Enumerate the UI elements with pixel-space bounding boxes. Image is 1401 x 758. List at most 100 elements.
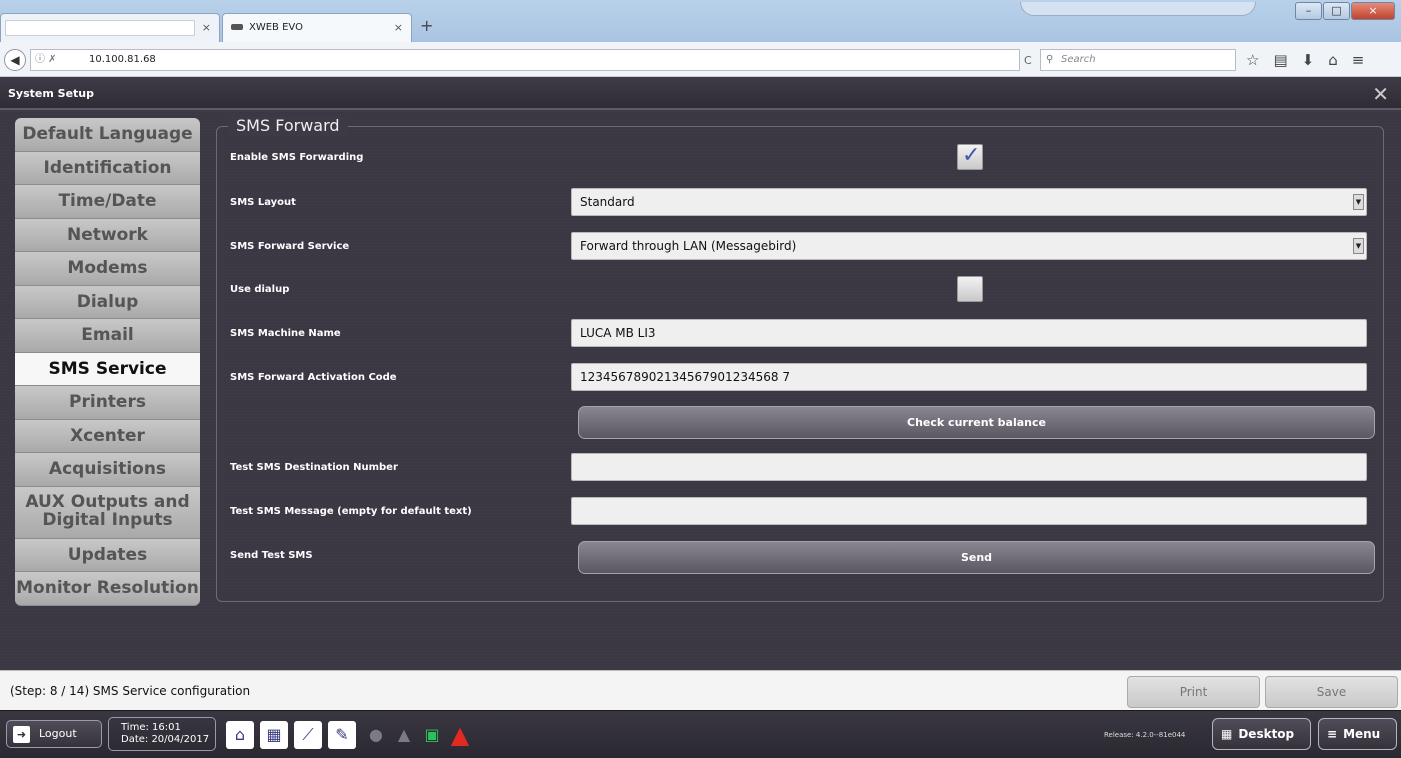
clock-display: Time: 16:01 Date: 20/04/2017 xyxy=(108,717,216,751)
browser-tab-bar: × XWEB EVO × + – □ × xyxy=(0,0,1401,42)
send-test-sms-label: Send Test SMS xyxy=(230,550,313,561)
sms-forward-service-label: SMS Forward Service xyxy=(230,241,350,252)
sidebar-item-xcenter[interactable]: Xcenter xyxy=(15,419,200,453)
sidebar-item-acquisitions[interactable]: Acquisitions xyxy=(15,453,200,487)
test-sms-number-label: Test SMS Destination Number xyxy=(230,462,398,473)
xweb-app: System Setup ✕ Default Language Identifi… xyxy=(0,78,1401,758)
logout-button[interactable]: ➜ Logout xyxy=(6,720,102,748)
hamburger-menu-icon[interactable]: ≡ xyxy=(1352,51,1365,69)
reading-list-icon[interactable]: ▤ xyxy=(1273,51,1287,69)
desktop-label: Desktop xyxy=(1238,727,1295,741)
enable-sms-forwarding-checkbox[interactable]: ✓ xyxy=(957,143,983,170)
use-dialup-label: Use dialup xyxy=(230,284,290,295)
dialog-title: System Setup xyxy=(8,87,94,100)
check-balance-button[interactable]: Check current balance xyxy=(578,406,1375,439)
sidebar-item-updates[interactable]: Updates xyxy=(15,538,200,572)
sms-machine-name-input[interactable]: LUCA MB LI3 xyxy=(571,319,1367,347)
new-tab-icon[interactable]: + xyxy=(420,16,433,35)
graph-icon[interactable]: ⟋ xyxy=(294,721,322,749)
search-placeholder: Search xyxy=(1061,54,1096,65)
setup-main: Default Language Identification Time/Dat… xyxy=(0,112,1401,666)
wizard-footer: (Step: 8 / 14) SMS Service configuration… xyxy=(0,670,1401,710)
menu-button[interactable]: ≡ Menu xyxy=(1318,718,1397,750)
sidebar-item-network[interactable]: Network xyxy=(15,218,200,252)
device-list-icon[interactable]: ▦ xyxy=(260,721,288,749)
test-sms-message-input[interactable] xyxy=(571,497,1367,525)
sidebar-item-monitor-resolution[interactable]: Monitor Resolution xyxy=(15,572,200,606)
grid-icon: ▦ xyxy=(1221,727,1233,741)
sidebar-item-dialup[interactable]: Dialup xyxy=(15,285,200,319)
logout-icon: ➜ xyxy=(13,726,30,743)
lock-icon[interactable]: ▲ xyxy=(390,721,418,749)
close-dialog-icon[interactable]: ✕ xyxy=(1372,82,1389,106)
sidebar-item-sms-service[interactable]: SMS Service xyxy=(15,352,200,386)
site-info-icon[interactable]: ⓘ ✗ xyxy=(35,50,57,70)
sidebar-item-identification[interactable]: Identification xyxy=(15,151,200,185)
reload-icon[interactable]: C xyxy=(1024,54,1032,67)
desktop-button[interactable]: ▦ Desktop xyxy=(1212,718,1311,750)
time-text: Time: 16:01 xyxy=(121,722,181,733)
search-icon: ⚲ xyxy=(1046,54,1054,65)
sidebar-item-printers[interactable]: Printers xyxy=(15,386,200,420)
browser-nav-bar: ◀ ⓘ ✗ 10.100.81.68 C ⚲ Search ☆ ▤ ⬇ ⌂ ≡ xyxy=(0,42,1401,77)
window-controls: – □ × xyxy=(1294,2,1395,22)
sms-forward-service-value: Forward through LAN (Messagebird) xyxy=(580,239,797,253)
search-input[interactable]: ⚲ Search xyxy=(1040,49,1236,71)
maximize-icon[interactable]: □ xyxy=(1323,2,1350,20)
save-button[interactable]: Save xyxy=(1265,676,1398,708)
home-icon[interactable]: ⌂ xyxy=(1328,51,1338,69)
sms-activation-code-input[interactable]: 12345678902134567901234568 7 xyxy=(571,363,1367,391)
use-dialup-checkbox[interactable] xyxy=(957,276,983,302)
xweb-favicon-icon xyxy=(231,24,243,30)
setup-sidebar: Default Language Identification Time/Dat… xyxy=(15,118,200,606)
menu-label: Menu xyxy=(1343,727,1381,741)
test-sms-number-input[interactable] xyxy=(571,453,1367,481)
user-icon[interactable]: ● xyxy=(362,721,390,749)
test-sms-message-label: Test SMS Message (empty for default text… xyxy=(230,506,472,517)
back-icon[interactable]: ◀ xyxy=(4,49,26,71)
dialog-title-bar: System Setup ✕ xyxy=(0,78,1401,110)
home-icon[interactable]: ⌂ xyxy=(226,721,254,749)
logout-label: Logout xyxy=(39,727,77,740)
sidebar-item-modems[interactable]: Modems xyxy=(15,252,200,286)
tab-strip-decoration xyxy=(1020,2,1256,16)
browser-tab-blank[interactable]: × xyxy=(0,13,220,42)
tab-title-redacted xyxy=(5,20,195,36)
browser-toolbar-icons: ☆ ▤ ⬇ ⌂ ≡ xyxy=(1246,51,1364,69)
download-icon[interactable]: ⬇ xyxy=(1302,51,1315,69)
minimize-icon[interactable]: – xyxy=(1295,2,1322,20)
url-text: 10.100.81.68 xyxy=(89,54,156,65)
bookmark-star-icon[interactable]: ☆ xyxy=(1246,51,1259,69)
bottom-taskbar: ➜ Logout Time: 16:01 Date: 20/04/2017 ⌂ … xyxy=(0,710,1401,758)
checkmark-icon: ✓ xyxy=(962,143,981,168)
hamburger-icon: ≡ xyxy=(1327,727,1338,741)
close-window-icon[interactable]: × xyxy=(1351,2,1395,20)
sms-layout-select[interactable]: Standard ▼ xyxy=(571,188,1367,216)
close-tab-icon[interactable]: × xyxy=(202,21,211,34)
sms-layout-label: SMS Layout xyxy=(230,197,296,208)
edit-icon[interactable]: ✎ xyxy=(328,721,356,749)
alarm-warning-icon[interactable]: ▲ xyxy=(446,721,474,749)
release-version: Release: 4.2.0--81e044 xyxy=(1104,731,1186,739)
send-button[interactable]: Send xyxy=(578,541,1375,574)
sidebar-item-default-language[interactable]: Default Language xyxy=(15,118,200,152)
fieldset-legend: SMS Forward xyxy=(228,116,348,135)
sms-machine-name-label: SMS Machine Name xyxy=(230,328,341,339)
dropdown-arrow-icon[interactable]: ▼ xyxy=(1353,194,1364,210)
address-bar[interactable]: ⓘ ✗ 10.100.81.68 xyxy=(30,49,1020,71)
date-text: Date: 20/04/2017 xyxy=(121,734,210,745)
sidebar-item-time-date[interactable]: Time/Date xyxy=(15,185,200,219)
print-button[interactable]: Print xyxy=(1127,676,1260,708)
step-indicator: (Step: 8 / 14) SMS Service configuration xyxy=(10,684,251,698)
sidebar-item-email[interactable]: Email xyxy=(15,319,200,353)
tab-title: XWEB EVO xyxy=(249,22,303,33)
close-tab-icon[interactable]: × xyxy=(394,21,403,34)
sms-layout-value: Standard xyxy=(580,195,635,209)
dropdown-arrow-icon[interactable]: ▼ xyxy=(1353,238,1364,254)
sms-activation-code-label: SMS Forward Activation Code xyxy=(230,372,397,383)
sms-forward-service-select[interactable]: Forward through LAN (Messagebird) ▼ xyxy=(571,232,1367,260)
monitor-activity-icon[interactable]: ▣ xyxy=(418,721,446,749)
sidebar-item-aux-outputs[interactable]: AUX Outputs and Digital Inputs xyxy=(15,486,200,539)
browser-tab-xweb[interactable]: XWEB EVO × xyxy=(222,13,412,42)
enable-sms-forwarding-label: Enable SMS Forwarding xyxy=(230,152,364,163)
